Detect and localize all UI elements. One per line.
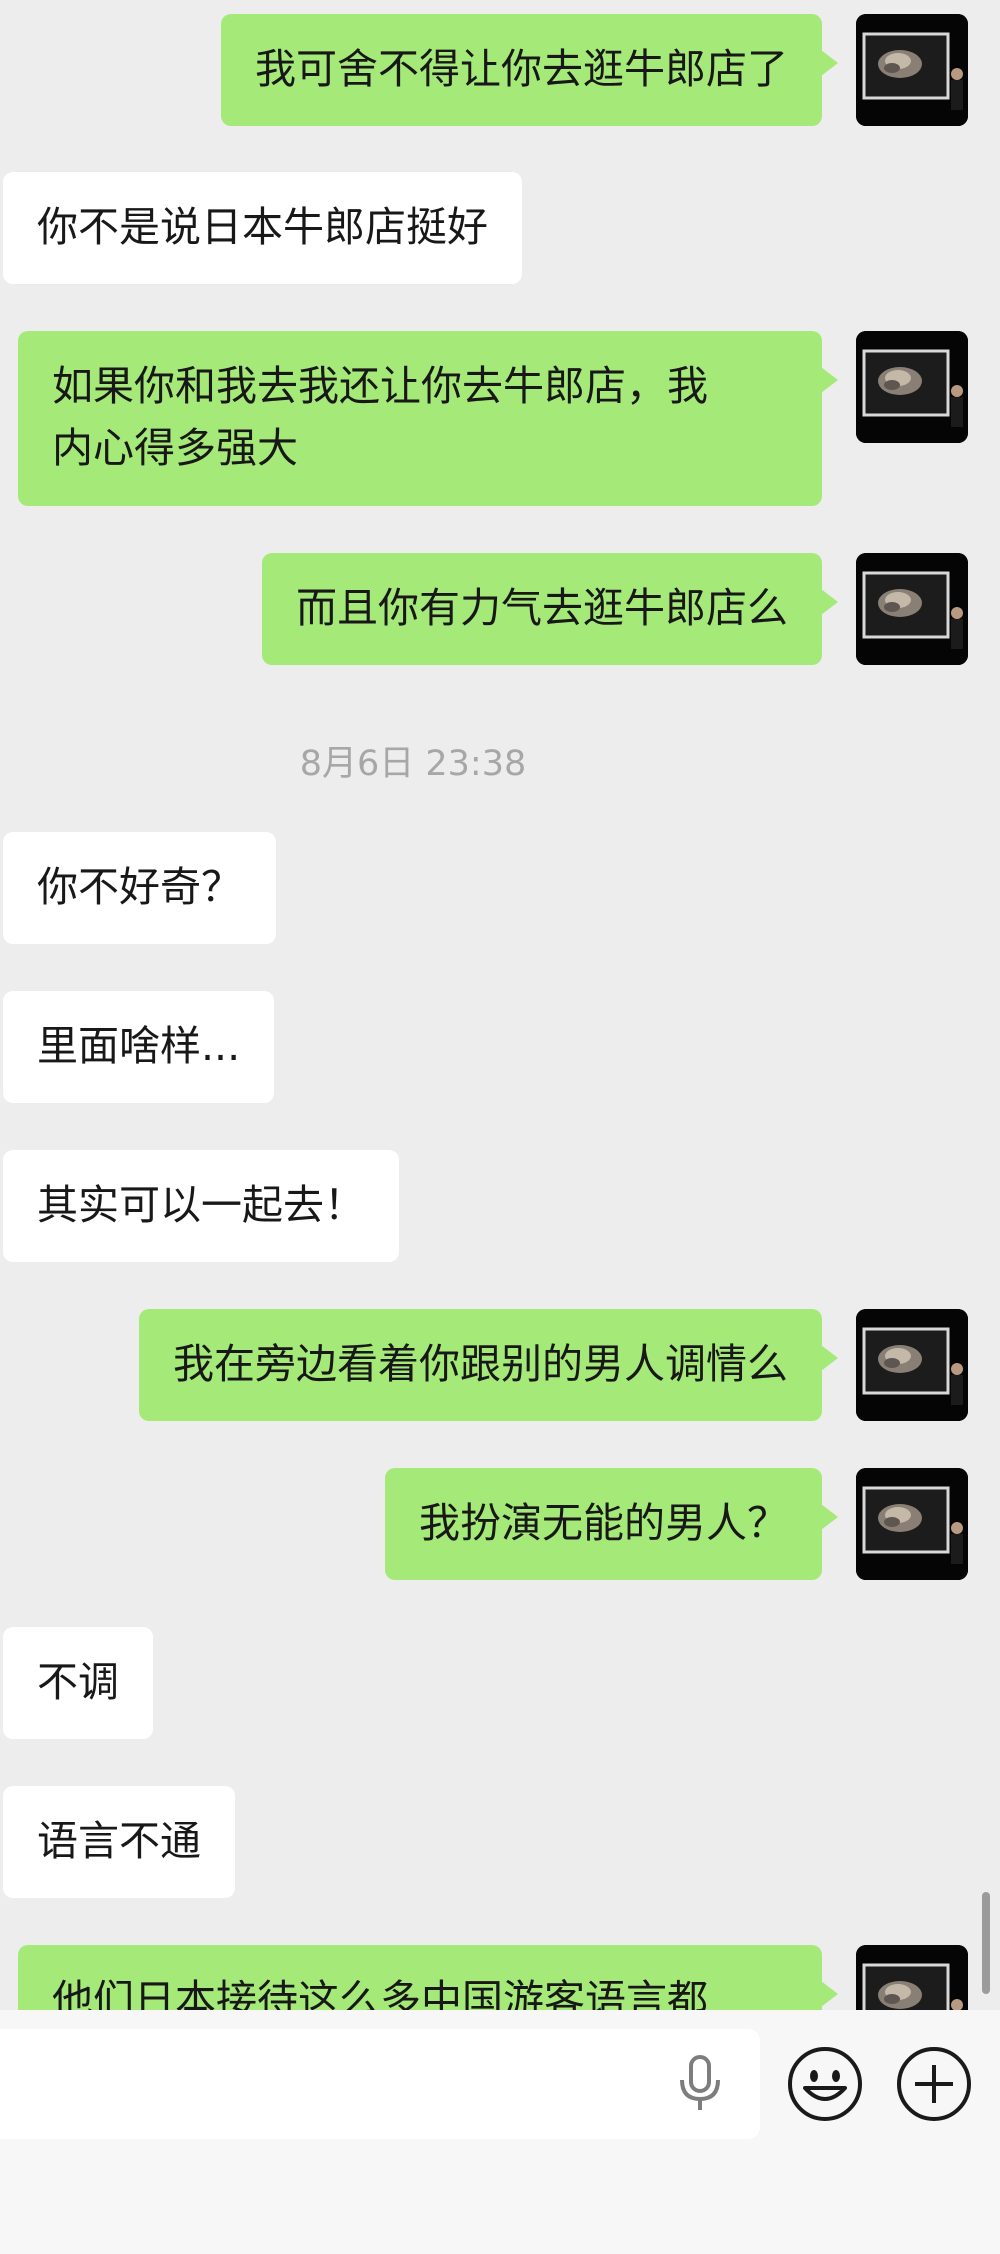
avatar[interactable] bbox=[856, 1309, 968, 1421]
avatar[interactable] bbox=[856, 331, 968, 443]
scrollbar[interactable] bbox=[982, 1892, 990, 1994]
message-bubble-outgoing[interactable]: 我扮演无能的男人？ bbox=[385, 1468, 838, 1580]
message-bubble-incoming[interactable]: 里面啥样... bbox=[3, 991, 275, 1103]
message-bubble-incoming[interactable]: 不调 bbox=[3, 1627, 153, 1739]
smiley-face-icon[interactable] bbox=[787, 2046, 863, 2122]
avatar[interactable] bbox=[856, 553, 968, 665]
chat-screen: 我可舍不得让你去逛牛郎店了 你不是说日本牛郎店挺好 如果你和我去我还让你去牛郎店… bbox=[0, 0, 1000, 2254]
avatar[interactable] bbox=[856, 1468, 968, 1580]
plus-circle-icon[interactable] bbox=[896, 2046, 972, 2122]
message-bubble-outgoing[interactable]: 而且你有力气去逛牛郎店么 bbox=[262, 553, 838, 665]
message-bubble-incoming[interactable]: 你不是说日本牛郎店挺好 bbox=[3, 172, 522, 284]
microphone-icon[interactable] bbox=[672, 2054, 728, 2114]
input-bar bbox=[0, 2010, 1000, 2254]
message-timestamp: 8月6日 23:38 bbox=[299, 744, 527, 784]
message-bubble-incoming[interactable]: 其实可以一起去！ bbox=[3, 1150, 399, 1262]
avatar[interactable] bbox=[856, 1945, 968, 2010]
message-bubble-outgoing[interactable]: 我在旁边看着你跟别的男人调情么 bbox=[139, 1309, 838, 1421]
message-bubble-outgoing[interactable]: 我可舍不得让你去逛牛郎店了 bbox=[221, 14, 838, 126]
message-bubble-incoming[interactable]: 你不好奇？ bbox=[3, 832, 276, 944]
message-bubble-outgoing[interactable]: 如果你和我去我还让你去牛郎店，我 内心得多强大 bbox=[18, 331, 838, 506]
message-bubble-outgoing[interactable]: 他们日本接待这么多中国游客语言都 bbox=[18, 1945, 838, 2010]
message-bubble-incoming[interactable]: 语言不通 bbox=[3, 1786, 235, 1898]
avatar[interactable] bbox=[856, 14, 968, 126]
message-input[interactable] bbox=[0, 2029, 760, 2139]
message-list[interactable]: 我可舍不得让你去逛牛郎店了 你不是说日本牛郎店挺好 如果你和我去我还让你去牛郎店… bbox=[0, 0, 1000, 2010]
